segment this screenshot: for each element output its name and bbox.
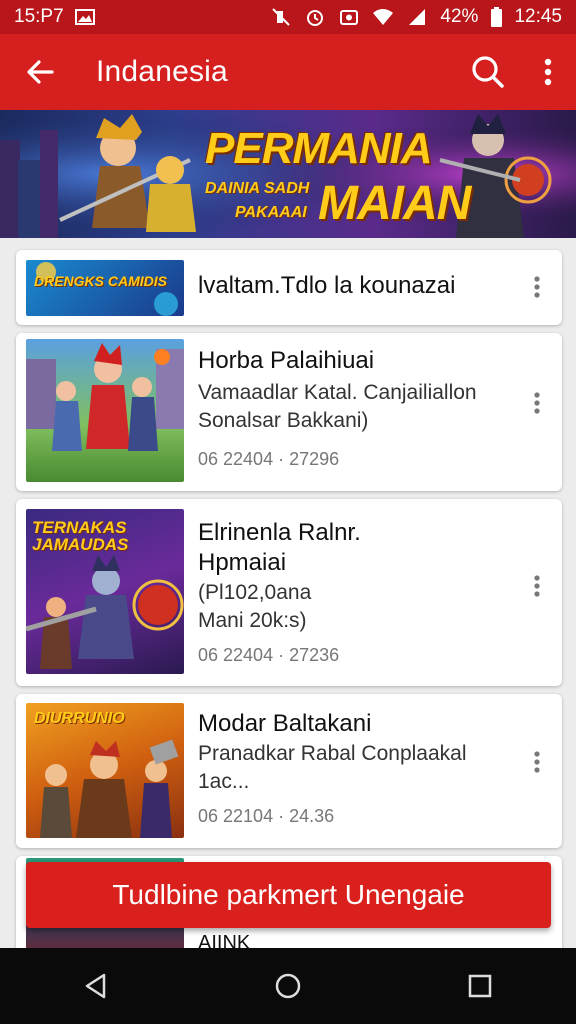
alarm-icon — [304, 7, 326, 27]
search-icon — [472, 56, 504, 88]
search-button[interactable] — [456, 34, 520, 110]
item-meta: 06 22404 · 27296 — [198, 449, 340, 469]
thumbnail-caption: TERNAKAS JAMAUDAS — [32, 518, 129, 554]
item-title: Elrinenla Ralnr. — [198, 519, 361, 546]
item-more-button[interactable] — [522, 267, 552, 307]
mute-icon — [270, 7, 292, 27]
item-thumbnail: DRENGKS CAMIDIS — [26, 260, 184, 316]
item-description-line: (Pl102,0ana — [198, 581, 312, 604]
item-more-button[interactable] — [522, 383, 552, 423]
item-thumbnail — [26, 339, 184, 482]
item-description-line: Sonalsar Bakkani) — [198, 409, 369, 432]
nav-recents-button[interactable] — [440, 948, 520, 1024]
signal-icon — [406, 7, 428, 27]
more-vert-icon — [544, 58, 552, 86]
item-thumbnail: TERNAKAS JAMAUDAS — [26, 509, 184, 674]
item-meta: 06 22104 · 24.36 — [198, 806, 335, 826]
screenshot-icon — [338, 7, 360, 27]
triangle-back-icon — [85, 973, 106, 999]
thumbnail-caption: DRENGKS CAMIDIS — [34, 273, 168, 289]
list-item[interactable]: DIURRUNIO Modar Baltakani Pranadkar Raba… — [16, 694, 562, 848]
status-time-left: 15:P7 — [14, 6, 64, 27]
square-recents-icon — [468, 974, 492, 998]
item-meta: 06 22404 · 27236 — [198, 645, 340, 665]
item-description-line: 1ac... — [198, 770, 250, 793]
arrow-back-icon — [27, 60, 54, 84]
item-description: Pranadkar Rabal Conplaakal 1ac... — [198, 740, 528, 796]
status-time-right: 12:45 — [514, 6, 562, 27]
banner-title: PERMANIA — [205, 124, 433, 173]
banner-line-1: DAINIA SADH — [205, 180, 310, 197]
nav-home-button[interactable] — [248, 948, 328, 1024]
image-icon — [74, 7, 96, 27]
overflow-menu-button[interactable] — [520, 34, 576, 110]
banner-line-2: PAKAAAI — [235, 204, 307, 221]
item-description-line: Mani 20k:s) — [198, 609, 307, 632]
item-description-line: Pranadkar Rabal Conplaakal — [198, 742, 467, 765]
item-description: (Pl102,0ana Mani 20k:s) — [198, 579, 528, 635]
item-more-button[interactable] — [522, 566, 552, 606]
status-bar: 15:P7 42% 12:45 — [0, 0, 576, 34]
item-title-line-2: Hpmaiai — [198, 549, 287, 576]
item-title: lvaltam.Tdlo la kounazai — [198, 272, 456, 299]
page-title: Indanesia — [96, 55, 228, 88]
thumbnail-caption: DIURRUNIO — [34, 710, 125, 727]
item-title: Modar Baltakani — [198, 710, 372, 737]
back-button[interactable] — [0, 34, 80, 110]
item-title: Horba Palaihiuai — [198, 347, 375, 374]
app-bar: Indanesia — [0, 34, 576, 110]
more-vert-icon — [534, 276, 540, 298]
banner-word: MAIAN — [318, 177, 471, 230]
system-nav-bar — [0, 948, 576, 1024]
wifi-icon — [372, 7, 394, 27]
battery-icon — [490, 7, 502, 27]
item-description: Vamaadlar Katal. Canjailiallon Sonalsar … — [198, 379, 528, 435]
list-item[interactable]: DRENGKS CAMIDIS lvaltam.Tdlo la kounazai — [16, 250, 562, 325]
more-vert-icon — [534, 751, 540, 773]
item-thumbnail: DIURRUNIO — [26, 703, 184, 838]
more-vert-icon — [534, 392, 540, 414]
primary-action-button[interactable]: Tudlbine parkmert Unengaie — [26, 862, 551, 928]
item-description-line: Vamaadlar Katal. Canjailiallon — [198, 381, 477, 404]
list-item[interactable]: TERNAKAS JAMAUDAS Elrinenla Ralnr. Hpmai… — [16, 499, 562, 686]
nav-back-button[interactable] — [56, 948, 136, 1024]
list-item[interactable]: Horba Palaihiuai Vamaadlar Katal. Canjai… — [16, 333, 562, 491]
promo-banner[interactable]: PERMANIA DAINIA SADH PAKAAAI MAIAN — [0, 110, 576, 238]
item-more-button[interactable] — [522, 742, 552, 782]
circle-home-icon — [275, 973, 301, 999]
battery-percent: 42% — [440, 6, 479, 27]
more-vert-icon — [534, 575, 540, 597]
